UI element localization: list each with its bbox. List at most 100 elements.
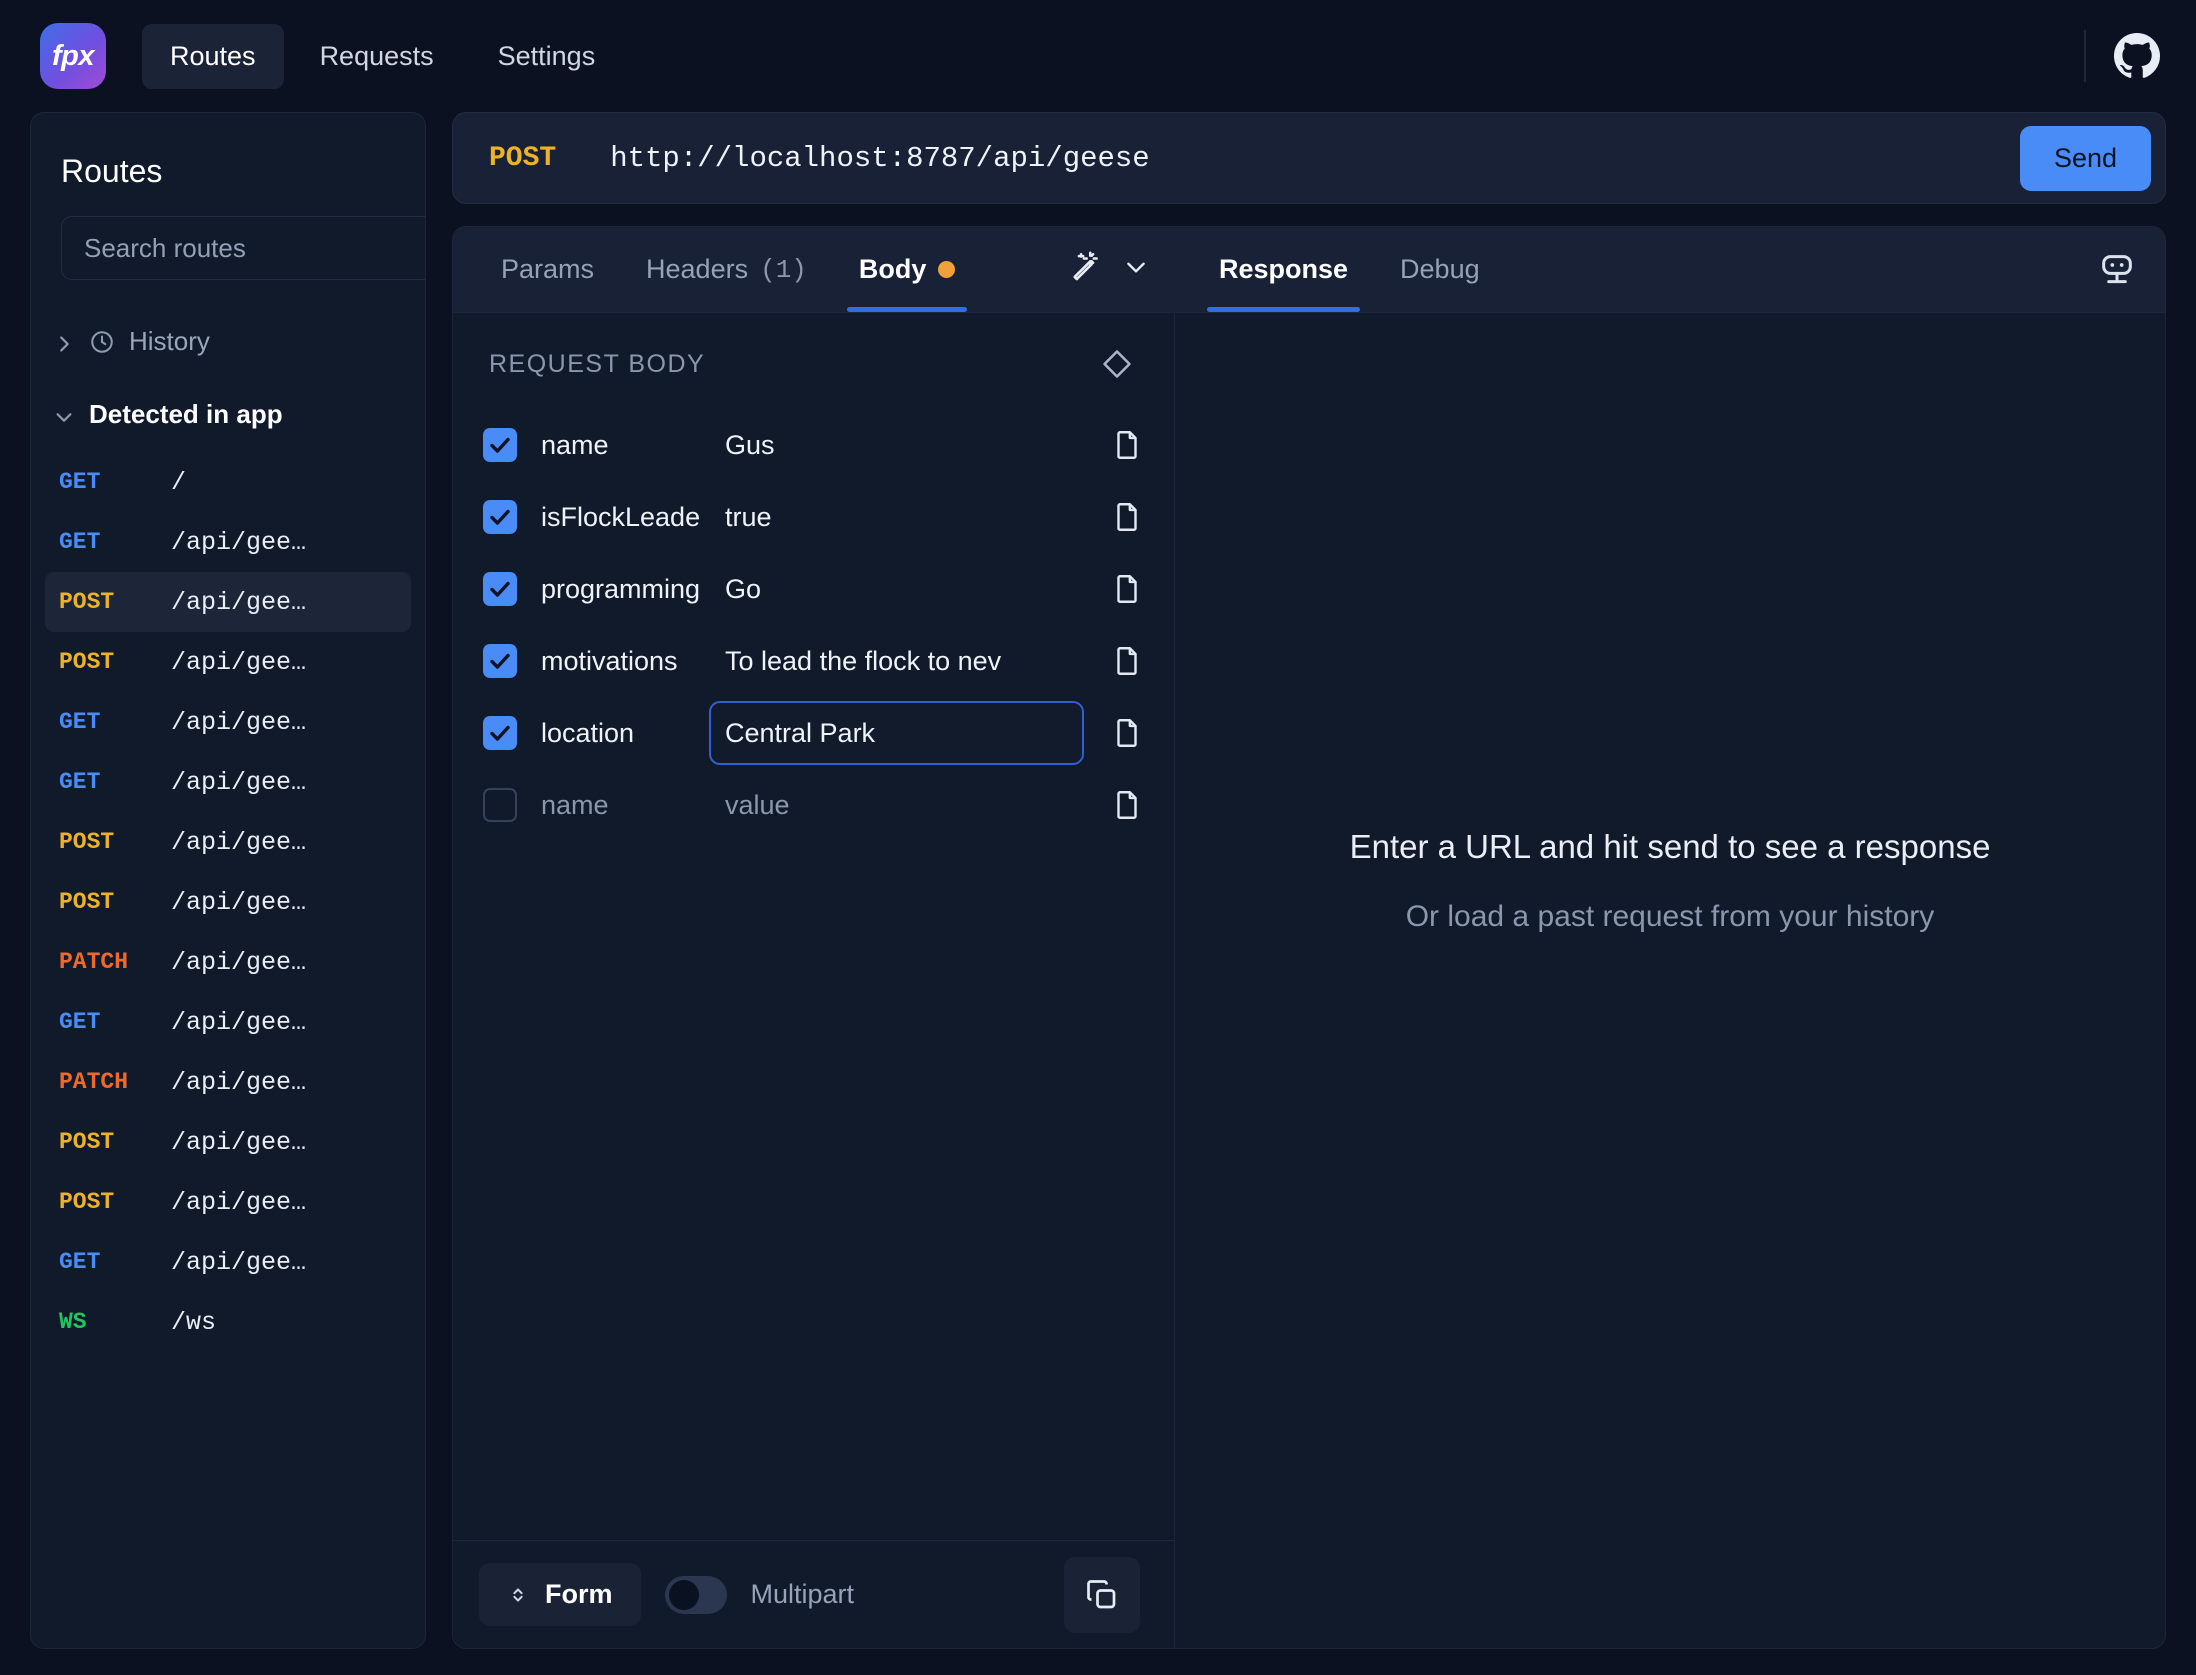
file-upload-icon[interactable]	[1110, 785, 1144, 825]
route-method: GET	[59, 529, 101, 555]
row-key-input[interactable]: motivations	[541, 646, 709, 677]
route-method: POST	[59, 829, 115, 855]
sidebar-search-row	[31, 190, 425, 280]
row-key-input[interactable]: location	[541, 718, 709, 749]
request-tabs: Params Headers (1) Body	[453, 227, 1175, 312]
eraser-icon[interactable]	[1100, 347, 1134, 381]
routes-sidebar: Routes Hist	[30, 112, 426, 1649]
row-key-input[interactable]: name	[541, 790, 709, 821]
routes-tree: History Detected in app GET / GET/api/gee…	[31, 280, 425, 1352]
request-body-header: REQUEST BODY	[453, 313, 1174, 403]
request-body-heading: REQUEST BODY	[489, 349, 706, 378]
request-body-footer: Form Multipart	[453, 1540, 1174, 1648]
route-list-item[interactable]: PATCH/api/gee…	[45, 932, 411, 992]
tree-group-detected-label: Detected in app	[89, 399, 283, 429]
route-method: GET	[59, 709, 101, 735]
file-upload-icon[interactable]	[1110, 569, 1144, 609]
chevron-down-icon[interactable]	[1123, 254, 1149, 285]
nav-item-requests[interactable]: Requests	[292, 24, 462, 89]
tab-headers-label: Headers	[646, 254, 749, 284]
row-value-input[interactable]: Go	[709, 557, 1084, 621]
row-value-input[interactable]: Gus	[709, 413, 1084, 477]
sidebar-title: Routes	[61, 153, 163, 189]
route-path: /api/gee…	[171, 1067, 307, 1097]
copy-button[interactable]	[1064, 1556, 1140, 1633]
tab-body[interactable]: Body	[833, 227, 982, 312]
tab-params[interactable]: Params	[475, 227, 620, 312]
row-key-input[interactable]: programming	[541, 574, 709, 605]
file-upload-icon[interactable]	[1110, 497, 1144, 537]
tree-group-detected-in-app[interactable]: Detected in app	[31, 369, 425, 442]
file-upload-icon[interactable]	[1110, 713, 1144, 753]
route-list-item-selected[interactable]: POST/api/gee…	[45, 572, 411, 632]
tree-group-history[interactable]: History	[31, 314, 425, 369]
app-logo[interactable]: fpx	[40, 23, 106, 89]
tab-response-label: Response	[1219, 254, 1349, 284]
response-empty-title: Enter a URL and hit send to see a respon…	[1349, 827, 1991, 865]
row-key-input[interactable]: isFlockLeade	[541, 502, 709, 533]
response-empty-subtitle: Or load a past request from your history	[1405, 899, 1935, 933]
route-method: POST	[59, 1189, 115, 1215]
row-value-input[interactable]: true	[709, 485, 1084, 549]
magic-wand-icon[interactable]	[1069, 250, 1103, 289]
row-enabled-checkbox[interactable]	[483, 428, 517, 462]
tab-response[interactable]: Response	[1193, 227, 1374, 312]
route-list-item[interactable]: GET/api/gee…	[45, 992, 411, 1052]
route-list-item[interactable]: GET/api/gee…	[45, 1232, 411, 1292]
row-value-input[interactable]: To lead the flock to nev	[709, 629, 1084, 693]
body-type-label: Form	[545, 1579, 613, 1609]
route-list-item[interactable]: WS/ws	[45, 1292, 411, 1352]
nav-item-routes[interactable]: Routes	[142, 23, 284, 89]
route-method: POST	[59, 649, 115, 675]
search-routes-input[interactable]	[61, 216, 425, 280]
route-list-item[interactable]: POST/api/gee…	[45, 1172, 411, 1232]
tab-headers[interactable]: Headers (1)	[620, 227, 833, 312]
row-enabled-checkbox[interactable]	[483, 644, 517, 678]
route-list-item[interactable]: POST/api/gee…	[45, 812, 411, 872]
route-path: /api/gee…	[171, 1127, 307, 1157]
row-value-input-focused[interactable]: Central Park	[709, 701, 1084, 765]
send-button[interactable]: Send	[2019, 125, 2151, 191]
bot-icon[interactable]	[2097, 227, 2165, 312]
tab-debug-label: Debug	[1400, 254, 1480, 284]
tab-headers-count: (1)	[760, 254, 807, 285]
github-icon[interactable]	[2114, 33, 2160, 79]
route-method: GET	[59, 769, 101, 795]
url-input[interactable]	[556, 141, 2020, 175]
row-enabled-checkbox[interactable]	[483, 788, 517, 822]
request-method-label[interactable]: POST	[489, 143, 556, 174]
route-list-item[interactable]: POST/api/gee…	[45, 632, 411, 692]
row-value-input[interactable]: value	[709, 773, 1084, 837]
body-key-value-list: name Gus isFlockLeade true programming G…	[453, 403, 1174, 841]
response-tabs: Response Debug	[1175, 227, 2165, 312]
ai-tools-group[interactable]	[1069, 227, 1175, 312]
route-method: POST	[59, 589, 115, 615]
unsaved-changes-dot-icon	[938, 261, 956, 278]
route-path: /api/gee…	[171, 647, 307, 677]
tab-debug[interactable]: Debug	[1374, 227, 1506, 312]
body-row: location Central Park	[483, 697, 1144, 769]
request-response-panels: Params Headers (1) Body Response Debug R…	[452, 226, 2166, 1649]
body-type-select[interactable]: Form	[479, 1563, 641, 1626]
route-list-item[interactable]: GET/api/gee…	[45, 512, 411, 572]
row-key-input[interactable]: name	[541, 430, 709, 461]
row-enabled-checkbox[interactable]	[483, 500, 517, 534]
route-list-item[interactable]: POST/api/gee…	[45, 1112, 411, 1172]
multipart-label: Multipart	[750, 1579, 855, 1609]
tab-row: Params Headers (1) Body Response Debug	[453, 227, 2165, 313]
route-list-item[interactable]: GET/api/gee…	[45, 752, 411, 812]
multipart-toggle[interactable]	[664, 1575, 727, 1614]
nav-item-settings[interactable]: Settings	[470, 24, 624, 89]
route-path: /api/gee…	[171, 1007, 307, 1037]
route-list-item[interactable]: POST/api/gee…	[45, 872, 411, 932]
route-path: /api/gee…	[171, 527, 307, 557]
file-upload-icon[interactable]	[1110, 641, 1144, 681]
row-enabled-checkbox[interactable]	[483, 572, 517, 606]
route-list-item[interactable]: GET /	[45, 452, 411, 512]
file-upload-icon[interactable]	[1110, 425, 1144, 465]
route-list: GET / GET/api/gee… POST/api/gee… POST/api…	[31, 452, 425, 1352]
route-list-item[interactable]: GET/api/gee…	[45, 692, 411, 752]
route-path: /api/gee…	[171, 827, 307, 857]
route-list-item[interactable]: PATCH/api/gee…	[45, 1052, 411, 1112]
row-enabled-checkbox[interactable]	[483, 716, 517, 750]
